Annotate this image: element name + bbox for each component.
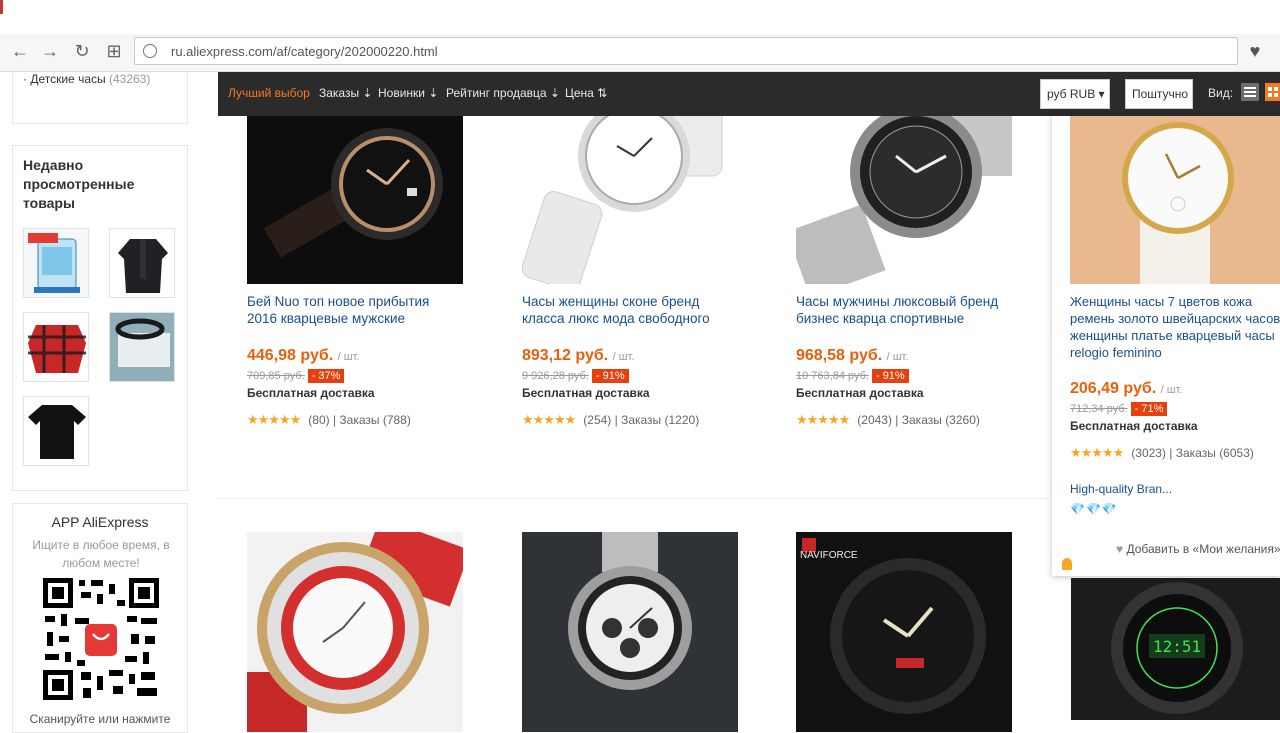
app-title: APP AliExpress (51, 514, 149, 530)
product-hover-card[interactable]: Женщины часы 7 цветов кожа ремень золото… (1052, 116, 1280, 576)
seller-level-icon: 💎💎💎 (1070, 502, 1118, 516)
list-view-icon[interactable] (1241, 83, 1259, 101)
product-image-watch-naviforce[interactable]: NAVIFORCE (796, 532, 1012, 732)
recently-viewed-box: Недавно просмотренные товары (12, 145, 188, 491)
app-promo-box: APP AliExpress Ищите в любое время, в лю… (12, 503, 188, 733)
app-subtitle: Ищите в любое время, в любом месте! (32, 538, 170, 570)
qr-code[interactable] (41, 576, 161, 702)
apps-icon[interactable]: ⊞ (104, 41, 124, 61)
currency-select[interactable]: руб RUB ▾ (1040, 79, 1110, 109)
recent-item-red-plaid-shirt[interactable] (23, 312, 89, 382)
recent-item-screen-protector[interactable] (23, 228, 89, 298)
sort-best-match[interactable]: Лучший выбор (228, 86, 310, 100)
app-scan-text: Сканируйте или нажмите (29, 712, 171, 726)
free-shipping-label: Бесплатная доставка (1070, 419, 1198, 433)
bookmark-heart-icon[interactable]: ♥ (1240, 37, 1270, 65)
per-piece-toggle[interactable]: Поштучно (1125, 79, 1193, 109)
product-image-watch-steel[interactable] (796, 116, 1012, 284)
old-price-line: 9 926,28 руб. - 91% (522, 369, 629, 383)
recently-viewed-title: Недавно просмотренные товары (23, 157, 135, 211)
product-title[interactable]: Часы мужчины люксовый бренд бизнес кварц… (796, 293, 1012, 327)
svg-text:12:51: 12:51 (1153, 637, 1201, 656)
browser-toolbar: ← → ↻ ⊞ ru.aliexpress.com/af/category/20… (0, 0, 1280, 72)
recent-item-watch-strap[interactable] (109, 312, 175, 382)
free-shipping-label: Бесплатная доставка (522, 386, 650, 400)
product-price: 446,98 руб. / шт. (247, 347, 360, 364)
grid-view-icon[interactable] (1265, 83, 1280, 101)
recent-item-black-shirt[interactable] (109, 228, 175, 298)
rating-orders: ★★★★★ (80) | Заказы (788) (247, 412, 411, 427)
recent-item-black-tshirt[interactable] (23, 396, 89, 466)
tab-indicator (0, 0, 3, 14)
free-shipping-label: Бесплатная доставка (247, 386, 375, 400)
discount-badge: - 37% (307, 369, 345, 383)
product-image-watch-digital-green[interactable]: 12:51 (1071, 578, 1280, 720)
add-to-wishlist[interactable]: ♥ Добавить в «Мои желания» (1116, 542, 1280, 556)
category-link-kids-watches[interactable]: · Детские часы (43263) (23, 72, 150, 86)
discount-badge: - 91% (591, 369, 629, 383)
rating-orders: ★★★★★ (2043) | Заказы (3260) (796, 412, 980, 427)
product-image-watch-red-crystal[interactable] (247, 532, 463, 732)
discount-badge: - 91% (871, 369, 909, 383)
bell-icon[interactable] (1062, 558, 1072, 570)
globe-icon (143, 44, 157, 58)
row-divider (218, 498, 1048, 499)
reload-icon[interactable]: ↻ (72, 41, 92, 61)
rating-stars-icon: ★★★★★ (247, 412, 301, 427)
rating-stars-icon: ★★★★★ (1070, 445, 1124, 460)
sort-newest[interactable]: Новинки ⇣ (378, 86, 438, 100)
product-image-watch-white-crystal[interactable] (522, 116, 738, 284)
product-price: 893,12 руб. / шт. (522, 347, 635, 364)
view-label: Вид: (1208, 86, 1234, 100)
url-text: ru.aliexpress.com/af/category/202000220.… (171, 44, 438, 59)
rating-orders: ★★★★★ (3023) | Заказы (6053) (1070, 445, 1254, 460)
brand-link[interactable]: High-quality Bran... (1070, 482, 1172, 496)
tab-strip (0, 0, 1280, 34)
back-icon[interactable]: ← (10, 41, 30, 61)
product-price: 968,58 руб. / шт. (796, 347, 909, 364)
product-price: 206,49 руб. / шт. (1070, 380, 1183, 397)
category-box: · Детские часы (43263) (12, 72, 188, 124)
sort-price[interactable]: Цена ⇅ (565, 86, 607, 100)
rating-stars-icon: ★★★★★ (522, 412, 576, 427)
forward-icon[interactable]: → (40, 41, 60, 61)
discount-badge: - 71% (1130, 402, 1168, 416)
old-price-line: 712,34 руб. - 71% (1070, 402, 1168, 416)
product-title[interactable]: Бей Nuo топ новое прибытия 2016 кварцевы… (247, 293, 463, 327)
product-image-watch-black-gold[interactable] (247, 116, 463, 284)
sort-seller-rating[interactable]: Рейтинг продавца ⇣ (446, 86, 560, 100)
brand-naviforce-text: NAVIFORCE (800, 550, 858, 561)
heart-icon: ♥ (1116, 542, 1127, 556)
free-shipping-label: Бесплатная доставка (796, 386, 924, 400)
product-title[interactable]: Часы женщины сконе бренд класса люкс мод… (522, 293, 738, 327)
product-image-watch-gold-white[interactable] (1070, 116, 1280, 284)
product-image-watch-chronograph-steel[interactable] (522, 532, 738, 732)
sort-orders[interactable]: Заказы ⇣ (319, 86, 373, 100)
rating-orders: ★★★★★ (254) | Заказы (1220) (522, 412, 700, 427)
product-title[interactable]: Женщины часы 7 цветов кожа ремень золото… (1070, 293, 1280, 361)
old-price-line: 10 763,84 руб. - 91% (796, 369, 909, 383)
address-bar[interactable]: ru.aliexpress.com/af/category/202000220.… (134, 37, 1238, 65)
sort-filter-bar: Лучший выбор Заказы ⇣ Новинки ⇣ Рейтинг … (218, 72, 1280, 116)
rating-stars-icon: ★★★★★ (796, 412, 850, 427)
old-price-line: 709,85 руб. - 37% (247, 369, 345, 383)
